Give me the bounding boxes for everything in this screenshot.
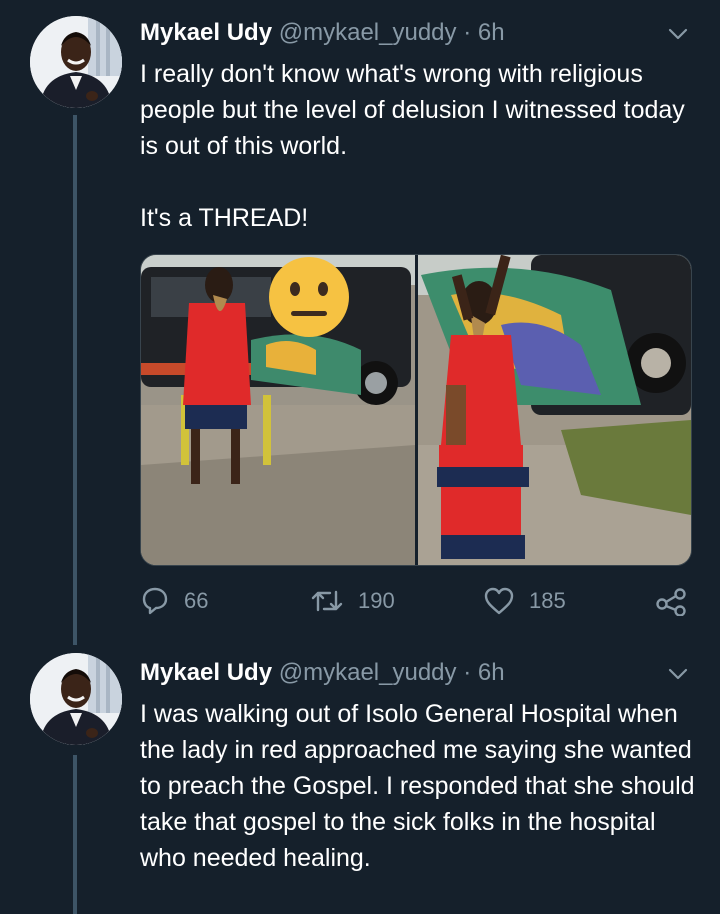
avatar[interactable] [30, 16, 122, 108]
share-button[interactable] [655, 583, 689, 619]
photo-left [141, 255, 415, 565]
reply-count: 66 [184, 588, 209, 613]
timestamp[interactable]: 6h [478, 659, 505, 686]
chevron-down-icon[interactable] [666, 662, 690, 686]
reply-icon [140, 586, 170, 616]
author-handle[interactable]: @mykael_yuddy [279, 659, 457, 686]
tweet-2[interactable]: Mykael Udy @mykael_yuddy · 6h I was walk… [0, 645, 720, 914]
tweet-header: Mykael Udy @mykael_yuddy · 6h [140, 656, 690, 690]
thread-line [73, 115, 77, 645]
tweet-text: I really don't know what's wrong with re… [140, 60, 685, 160]
tweet-actions: 66 190 185 [140, 583, 695, 619]
author-name[interactable]: Mykael Udy [140, 659, 272, 686]
thread-line [73, 755, 77, 914]
author-handle[interactable]: @mykael_yuddy [279, 19, 457, 46]
tweet-text: I was walking out of Isolo General Hospi… [140, 700, 695, 872]
chevron-down-icon[interactable] [666, 22, 690, 46]
heart-icon [483, 586, 515, 616]
tweet-media[interactable] [140, 254, 692, 566]
avatar[interactable] [30, 653, 122, 745]
separator: · [463, 19, 472, 46]
like-count: 185 [529, 588, 566, 613]
timestamp[interactable]: 6h [478, 19, 505, 46]
share-icon [655, 586, 689, 616]
author-name[interactable]: Mykael Udy [140, 19, 272, 46]
separator: · [463, 659, 472, 686]
tweet-text-thread: It's a THREAD! [140, 204, 309, 232]
like-button[interactable]: 185 [483, 583, 566, 619]
reply-button[interactable]: 66 [140, 583, 208, 619]
tweet-1[interactable]: Mykael Udy @mykael_yuddy · 6h I really d… [0, 0, 720, 645]
retweet-button[interactable]: 190 [310, 583, 395, 619]
retweet-count: 190 [358, 588, 395, 613]
tweet-header: Mykael Udy @mykael_yuddy · 6h [140, 16, 690, 50]
photo-right [418, 255, 691, 565]
retweet-icon [310, 586, 344, 616]
